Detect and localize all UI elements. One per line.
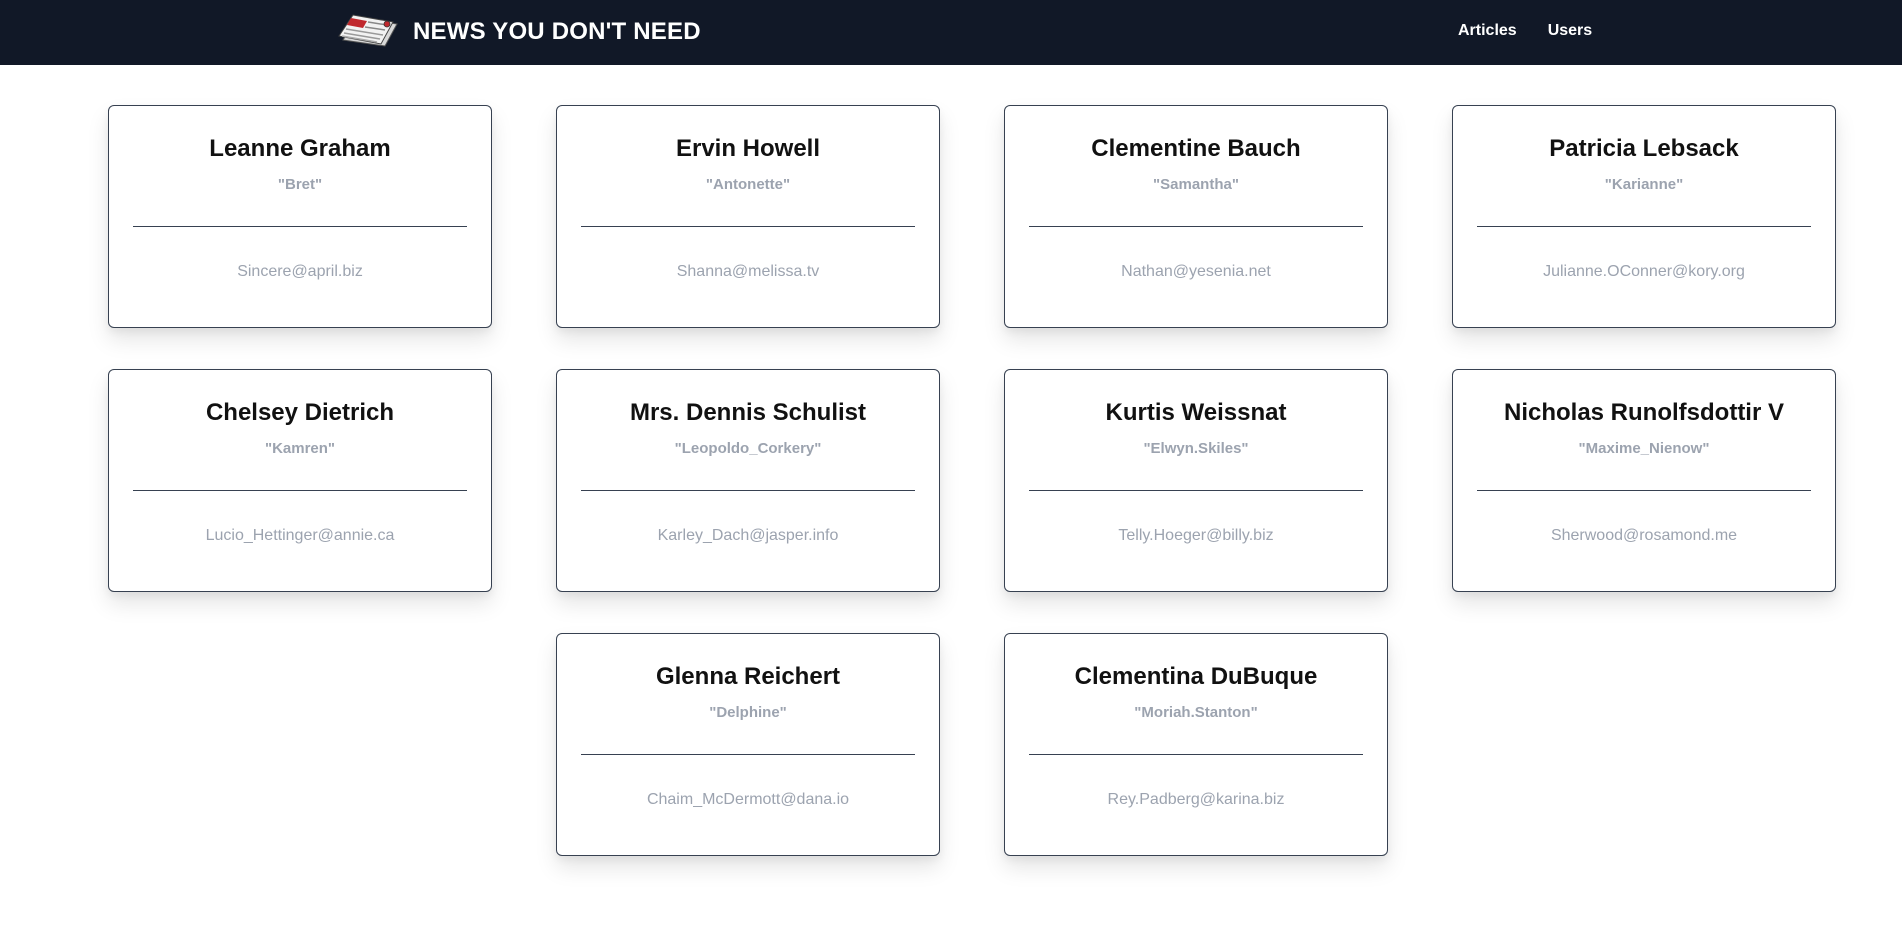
user-email: Karley_Dach@jasper.info — [657, 527, 839, 544]
user-email: Shanna@melissa.tv — [676, 263, 820, 280]
user-card[interactable]: Chelsey Dietrich "Kamren" Lucio_Hettinge… — [108, 369, 492, 592]
card-divider — [1029, 226, 1363, 227]
user-name: Clementina DuBuque — [1074, 663, 1318, 690]
nav-link-users[interactable]: Users — [1548, 22, 1592, 40]
user-name: Kurtis Weissnat — [1105, 399, 1287, 426]
top-navbar: NEWS YOU DON'T NEED Articles Users — [0, 0, 1902, 65]
user-email: Telly.Hoeger@billy.biz — [1118, 527, 1274, 544]
nav-link-articles[interactable]: Articles — [1458, 22, 1517, 40]
user-email: Nathan@yesenia.net — [1121, 263, 1271, 280]
user-email: Sherwood@rosamond.me — [1550, 527, 1738, 544]
user-card[interactable]: Clementine Bauch "Samantha" Nathan@yesen… — [1004, 105, 1388, 328]
user-name: Glenna Reichert — [655, 663, 841, 690]
card-divider — [581, 490, 915, 491]
card-divider — [1029, 754, 1363, 755]
user-email: Rey.Padberg@karina.biz — [1107, 791, 1285, 808]
user-card[interactable]: Ervin Howell "Antonette" Shanna@melissa.… — [556, 105, 940, 328]
card-divider — [133, 490, 467, 491]
user-email: Chaim_McDermott@dana.io — [646, 791, 850, 808]
user-card[interactable]: Clementina DuBuque "Moriah.Stanton" Rey.… — [1004, 633, 1388, 856]
user-name: Clementine Bauch — [1091, 135, 1301, 162]
user-username: "Bret" — [277, 176, 323, 193]
user-username: "Kamren" — [264, 440, 336, 457]
card-divider — [581, 754, 915, 755]
user-username: "Leopoldo_Corkery" — [674, 440, 822, 457]
card-divider — [133, 226, 467, 227]
card-divider — [1477, 226, 1811, 227]
newspaper-icon — [338, 14, 398, 47]
user-card[interactable]: Glenna Reichert "Delphine" Chaim_McDermo… — [556, 633, 940, 856]
user-card[interactable]: Mrs. Dennis Schulist "Leopoldo_Corkery" … — [556, 369, 940, 592]
user-name: Patricia Lebsack — [1549, 135, 1739, 162]
user-name: Chelsey Dietrich — [205, 399, 395, 426]
user-name: Nicholas Runolfsdottir V — [1503, 399, 1784, 426]
user-username: "Delphine" — [709, 704, 787, 721]
main-nav: Articles Users — [1458, 22, 1592, 40]
user-card[interactable]: Leanne Graham "Bret" Sincere@april.biz — [108, 105, 492, 328]
card-divider — [1029, 490, 1363, 491]
user-username: "Moriah.Stanton" — [1134, 704, 1258, 721]
user-username: "Karianne" — [1604, 176, 1684, 193]
user-card[interactable]: Kurtis Weissnat "Elwyn.Skiles" Telly.Hoe… — [1004, 369, 1388, 592]
user-card[interactable]: Nicholas Runolfsdottir V "Maxime_Nienow"… — [1452, 369, 1836, 592]
user-email: Sincere@april.biz — [237, 263, 363, 280]
user-email: Julianne.OConner@kory.org — [1543, 263, 1745, 280]
user-username: "Antonette" — [705, 176, 791, 193]
card-divider — [1477, 490, 1811, 491]
site-title: NEWS YOU DON'T NEED — [413, 18, 701, 45]
brand-home-link[interactable]: NEWS YOU DON'T NEED — [337, 14, 701, 50]
user-email: Lucio_Hettinger@annie.ca — [205, 527, 395, 544]
user-username: "Maxime_Nienow" — [1578, 440, 1710, 457]
user-name: Ervin Howell — [675, 135, 821, 162]
user-name: Mrs. Dennis Schulist — [629, 399, 867, 426]
user-username: "Samantha" — [1153, 176, 1239, 193]
users-grid: Leanne Graham "Bret" Sincere@april.biz E… — [108, 105, 1836, 856]
user-username: "Elwyn.Skiles" — [1143, 440, 1249, 457]
user-name: Leanne Graham — [209, 135, 391, 162]
user-card[interactable]: Patricia Lebsack "Karianne" Julianne.OCo… — [1452, 105, 1836, 328]
card-divider — [581, 226, 915, 227]
